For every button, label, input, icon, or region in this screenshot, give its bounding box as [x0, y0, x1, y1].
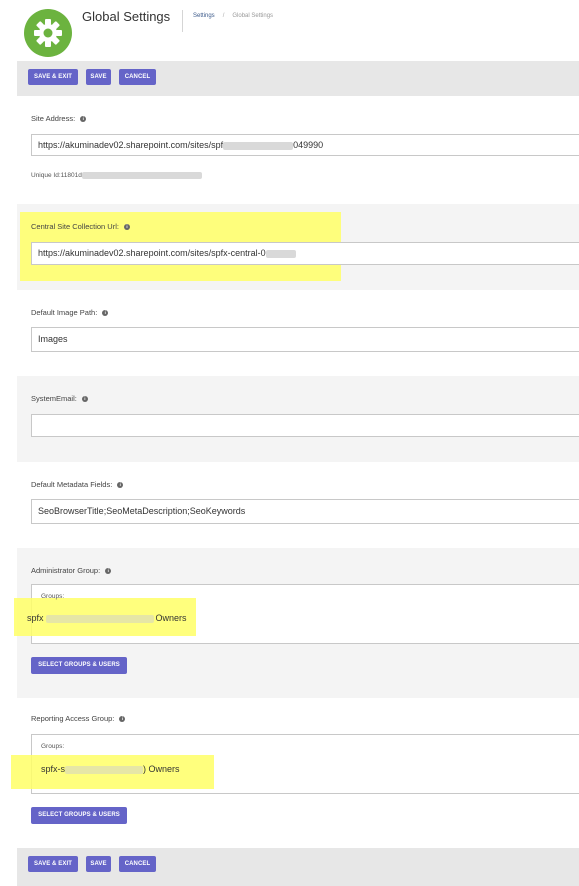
system-email-field[interactable]	[31, 414, 579, 437]
redacted-text	[81, 172, 202, 179]
group-name-end: ) Owners	[143, 764, 180, 774]
redacted-text	[45, 614, 154, 623]
group-name-end: Owners	[155, 613, 187, 623]
info-icon[interactable]: i	[117, 482, 124, 488]
central-site-url-value: https://akuminadev02.sharepoint.com/site…	[38, 248, 266, 258]
unique-id: Unique Id:11801d	[31, 172, 202, 179]
administrator-group-entry[interactable]: spfx Owners	[27, 613, 187, 623]
central-site-label: Central Site Collection Url: i	[31, 222, 130, 231]
site-address-section: Site Address: i https://akuminadev02.shar…	[17, 96, 579, 204]
reporting-access-group-label: Reporting Access Group: i	[31, 714, 126, 723]
info-icon[interactable]: i	[105, 568, 112, 574]
bottom-toolbar: SAVE & EXIT SAVE CANCEL	[17, 848, 579, 886]
breadcrumb-current: Global Settings	[232, 13, 274, 19]
reporting-group-entry[interactable]: spfx-s ) Owners	[41, 764, 180, 774]
save-button[interactable]: SAVE	[86, 69, 111, 85]
cancel-button[interactable]: CANCEL	[119, 69, 156, 85]
default-metadata-section: Default Metadata Fields: i SeoBrowserTitl…	[17, 462, 579, 548]
cancel-button[interactable]: CANCEL	[119, 856, 156, 872]
info-icon[interactable]: i	[119, 716, 126, 722]
administrator-group-label: Administrator Group: i	[31, 566, 112, 575]
top-toolbar: SAVE & EXIT SAVE CANCEL	[17, 61, 579, 96]
breadcrumb-separator: /	[222, 13, 225, 19]
info-icon[interactable]: i	[80, 116, 87, 122]
site-address-value-start: https://akuminadev02.sharepoint.com/site…	[38, 140, 224, 150]
save-exit-button[interactable]: SAVE & EXIT	[28, 69, 78, 85]
site-address-value-end: 049990	[293, 140, 324, 150]
breadcrumb: Settings / Global Settings	[193, 13, 273, 19]
redacted-text	[65, 765, 144, 774]
breadcrumb-settings-link[interactable]: Settings	[193, 13, 215, 19]
default-metadata-label: Default Metadata Fields: i	[31, 480, 124, 489]
default-metadata-field[interactable]: SeoBrowserTitle;SeoMetaDescription;SeoKe…	[31, 499, 579, 524]
default-image-path-section: Default Image Path: i Images	[17, 290, 579, 376]
central-site-url-field[interactable]: https://akuminadev02.sharepoint.com/site…	[31, 242, 579, 265]
save-button[interactable]: SAVE	[86, 856, 111, 872]
site-address-field[interactable]: https://akuminadev02.sharepoint.com/site…	[31, 134, 579, 156]
select-groups-users-button[interactable]: SELECT GROUPS & USERS	[31, 657, 127, 674]
info-icon[interactable]: i	[102, 310, 109, 316]
info-icon[interactable]: i	[81, 396, 88, 402]
reporting-access-group-section: Reporting Access Group: i Groups: spfx-s)…	[11, 698, 579, 848]
site-address-label: Site Address: i	[31, 114, 87, 123]
app-logo	[24, 9, 72, 57]
default-image-path-field[interactable]: Images	[31, 327, 579, 352]
system-email-section: SystemEmail: i	[17, 376, 579, 462]
redacted-text	[223, 141, 294, 150]
gear-icon	[34, 19, 62, 47]
groups-label: Groups:	[41, 593, 65, 600]
group-name-start: spfx-s	[41, 764, 66, 774]
groups-label: Groups:	[41, 743, 65, 750]
redacted-text	[265, 249, 296, 258]
administrator-group-section: Administrator Group: i Groups: spfx Owners…	[14, 548, 579, 698]
info-icon[interactable]: i	[123, 224, 130, 230]
select-groups-users-button[interactable]: SELECT GROUPS & USERS	[31, 807, 127, 824]
group-name-start: spfx	[27, 613, 44, 623]
system-email-label: SystemEmail: i	[31, 394, 88, 403]
save-exit-button[interactable]: SAVE & EXIT	[28, 856, 78, 872]
header-divider	[182, 10, 183, 32]
default-image-path-label: Default Image Path: i	[31, 308, 109, 317]
page-title: Global Settings	[82, 9, 171, 24]
central-site-section: Central Site Collection Url: i https://ak…	[17, 204, 579, 290]
